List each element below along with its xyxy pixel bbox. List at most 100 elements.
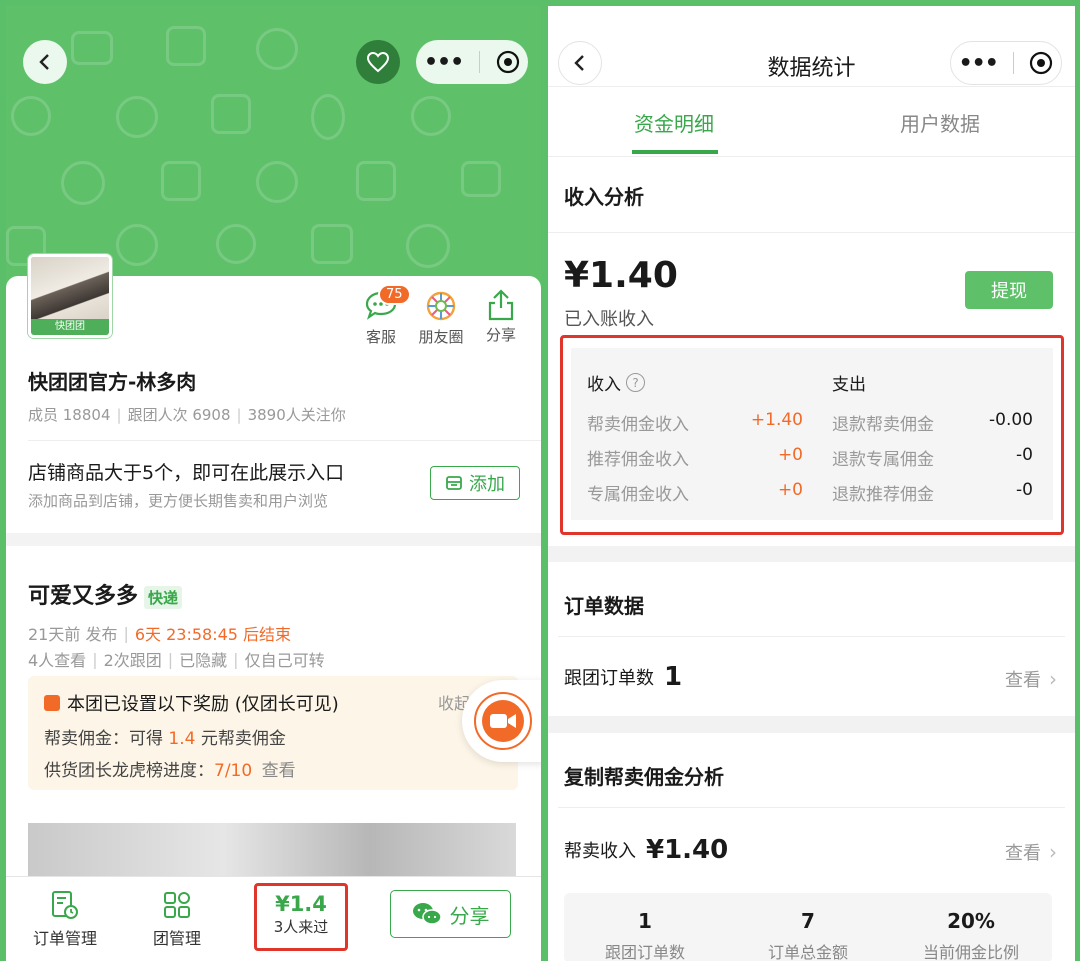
row-value: -0: [1016, 480, 1033, 500]
close-target-icon[interactable]: [1029, 51, 1053, 75]
meta-share-scope: 仅自己可转: [244, 651, 325, 670]
header: 数据统计 ••• 资金明细 用户数据: [548, 6, 1075, 156]
reward-title-row: 本团已设置以下奖励 (仅团长可见): [44, 690, 339, 716]
shop-home-screen: ••• 快团团 75 客服 朋友圈 分享 快团团官方-林多肉 成员 18804 …: [6, 6, 541, 961]
more-icon[interactable]: •••: [424, 50, 464, 75]
shop-name: 快团团官方-林多肉: [28, 370, 197, 394]
tab-fund-details[interactable]: 资金明细: [612, 108, 736, 137]
moments-icon: [426, 291, 456, 321]
moments-action[interactable]: 朋友圈: [411, 290, 471, 347]
wechat-icon: [412, 903, 442, 925]
tab-order-management[interactable]: 订单管理: [20, 889, 110, 949]
income-analysis-card: 收入分析 ¥1.40 已入账收入 提现 收入 ? 支出 帮卖佣金收入 +1.40…: [548, 156, 1075, 546]
row-label: 专属佣金收入: [587, 485, 689, 505]
help-income-value: ¥1.40: [646, 835, 729, 865]
stat-cell: 1 跟团订单数: [564, 909, 726, 961]
stat-label: 当前佣金比例: [922, 943, 1019, 961]
bottom-tabbar: 订单管理 团管理 ¥1.4 3人来过 分享: [6, 876, 541, 961]
publish-time: 21天前 发布: [28, 625, 118, 644]
commission-line: 帮卖佣金：可得 1.4 元帮卖佣金: [44, 724, 286, 749]
stat-members: 成员 18804: [28, 406, 111, 424]
stat-participants: 跟团人次 6908: [127, 406, 231, 424]
leaderboard-view-link[interactable]: 查看: [262, 761, 296, 781]
action-label: 朋友圈: [418, 328, 464, 346]
row-value: +0: [777, 445, 803, 465]
delivery-tag: 快递: [144, 585, 183, 609]
gift-icon: [44, 695, 60, 711]
post-title-row: 可爱又多多 快递: [28, 578, 183, 610]
favorite-button[interactable]: [356, 40, 400, 84]
section-title: 复制帮卖佣金分析: [564, 765, 724, 789]
store-icon: [446, 476, 462, 490]
stat-value: 1: [638, 909, 652, 933]
chevron-right-icon: ›: [1049, 840, 1057, 864]
expense-row: 退款专属佣金 -0: [832, 445, 1033, 470]
order-data-card: 订单数据 跟团订单数 1 查看 ›: [548, 562, 1075, 716]
commission-suffix: 元帮卖佣金: [195, 729, 286, 749]
meta-hidden: 已隐藏: [179, 651, 228, 670]
divider: [28, 440, 541, 441]
stat-label: 订单总金额: [767, 943, 848, 961]
view-label: 查看: [1005, 670, 1041, 691]
chevron-left-icon: [39, 54, 49, 70]
stat-value: 7: [801, 909, 815, 933]
income-row: 推荐佣金收入 +0: [587, 445, 803, 470]
help-income-label: 帮卖收入: [564, 841, 636, 862]
order-count-value: 1: [664, 662, 683, 692]
income-row: 专属佣金收入 +0: [587, 480, 803, 505]
progress-prefix: 供货团长龙虎榜进度：: [44, 761, 214, 781]
add-entry-button[interactable]: 添加: [430, 466, 520, 500]
income-header-label: 收入: [587, 375, 621, 395]
row-label: 退款专属佣金: [832, 450, 934, 470]
chevron-right-icon: ›: [1049, 667, 1057, 691]
countdown: 6天 23:58:45 后结束: [134, 625, 292, 644]
back-button[interactable]: [23, 40, 67, 84]
withdraw-button[interactable]: 提现: [965, 271, 1053, 309]
balance-amount: ¥1.40: [564, 255, 678, 296]
stat-cell: 20% 当前佣金比例: [890, 909, 1052, 961]
section-title: 订单数据: [564, 594, 644, 618]
stat-cell: 7 订单总金额: [727, 909, 889, 961]
shop-avatar[interactable]: 快团团: [28, 254, 112, 338]
row-value: +0: [777, 480, 803, 500]
stat-value: 20%: [947, 909, 995, 933]
expense-row: 退款推荐佣金 -0: [832, 480, 1033, 505]
group-post-card[interactable]: 可爱又多多 快递 21天前 发布 | 6天 23:58:45 后结束 4人查看 | 2…: [6, 546, 541, 811]
help-view-link[interactable]: 查看 ›: [1005, 839, 1057, 865]
row-value: -0: [1016, 445, 1033, 465]
view-label: 查看: [1005, 843, 1041, 864]
video-camera-icon: [490, 714, 516, 728]
income-visitors-tab[interactable]: ¥1.4 3人来过: [254, 883, 348, 951]
income-header: 收入 ?: [587, 370, 645, 395]
wechat-share-button[interactable]: 分享: [390, 890, 511, 938]
miniprogram-capsule: •••: [416, 40, 528, 84]
share-action[interactable]: 分享: [476, 288, 526, 345]
avatar-badge: 快团团: [31, 319, 109, 335]
row-label: 推荐佣金收入: [587, 450, 689, 470]
tab-team-management[interactable]: 团管理: [132, 889, 222, 949]
income-row: 帮卖佣金收入 +1.40: [587, 410, 803, 435]
reward-title: 本团已设置以下奖励 (仅团长可见): [67, 694, 339, 715]
action-label: 分享: [485, 326, 516, 344]
promo-title: 店铺商品大于5个，即可在此展示入口: [28, 462, 345, 484]
income-expense-highlight: 收入 ? 支出 帮卖佣金收入 +1.40 推荐佣金收入 +0 专属佣金收入 +0: [560, 335, 1064, 535]
income-amount: ¥1.4: [275, 892, 327, 916]
row-value: -0.00: [989, 410, 1033, 430]
meta-views: 4人查看: [28, 651, 87, 670]
share-upload-icon: [488, 289, 514, 321]
order-view-link[interactable]: 查看 ›: [1005, 666, 1057, 692]
customer-service-action[interactable]: 75 客服: [356, 284, 411, 347]
stat-label: 跟团订单数: [604, 943, 685, 961]
tab-user-data[interactable]: 用户数据: [878, 108, 1002, 137]
grid-apps-icon: [164, 892, 190, 918]
order-count-label: 跟团订单数: [564, 668, 654, 689]
expense-row: 退款帮卖佣金 -0.00: [832, 410, 1033, 435]
section-title: 收入分析: [564, 185, 644, 209]
floating-video-tab[interactable]: [462, 680, 541, 762]
video-button[interactable]: [474, 692, 532, 750]
add-entry-label: 添加: [469, 474, 505, 495]
row-label: 退款推荐佣金: [832, 485, 934, 505]
more-icon[interactable]: •••: [959, 51, 999, 76]
close-target-icon[interactable]: [496, 50, 520, 74]
help-icon[interactable]: ?: [626, 373, 645, 392]
